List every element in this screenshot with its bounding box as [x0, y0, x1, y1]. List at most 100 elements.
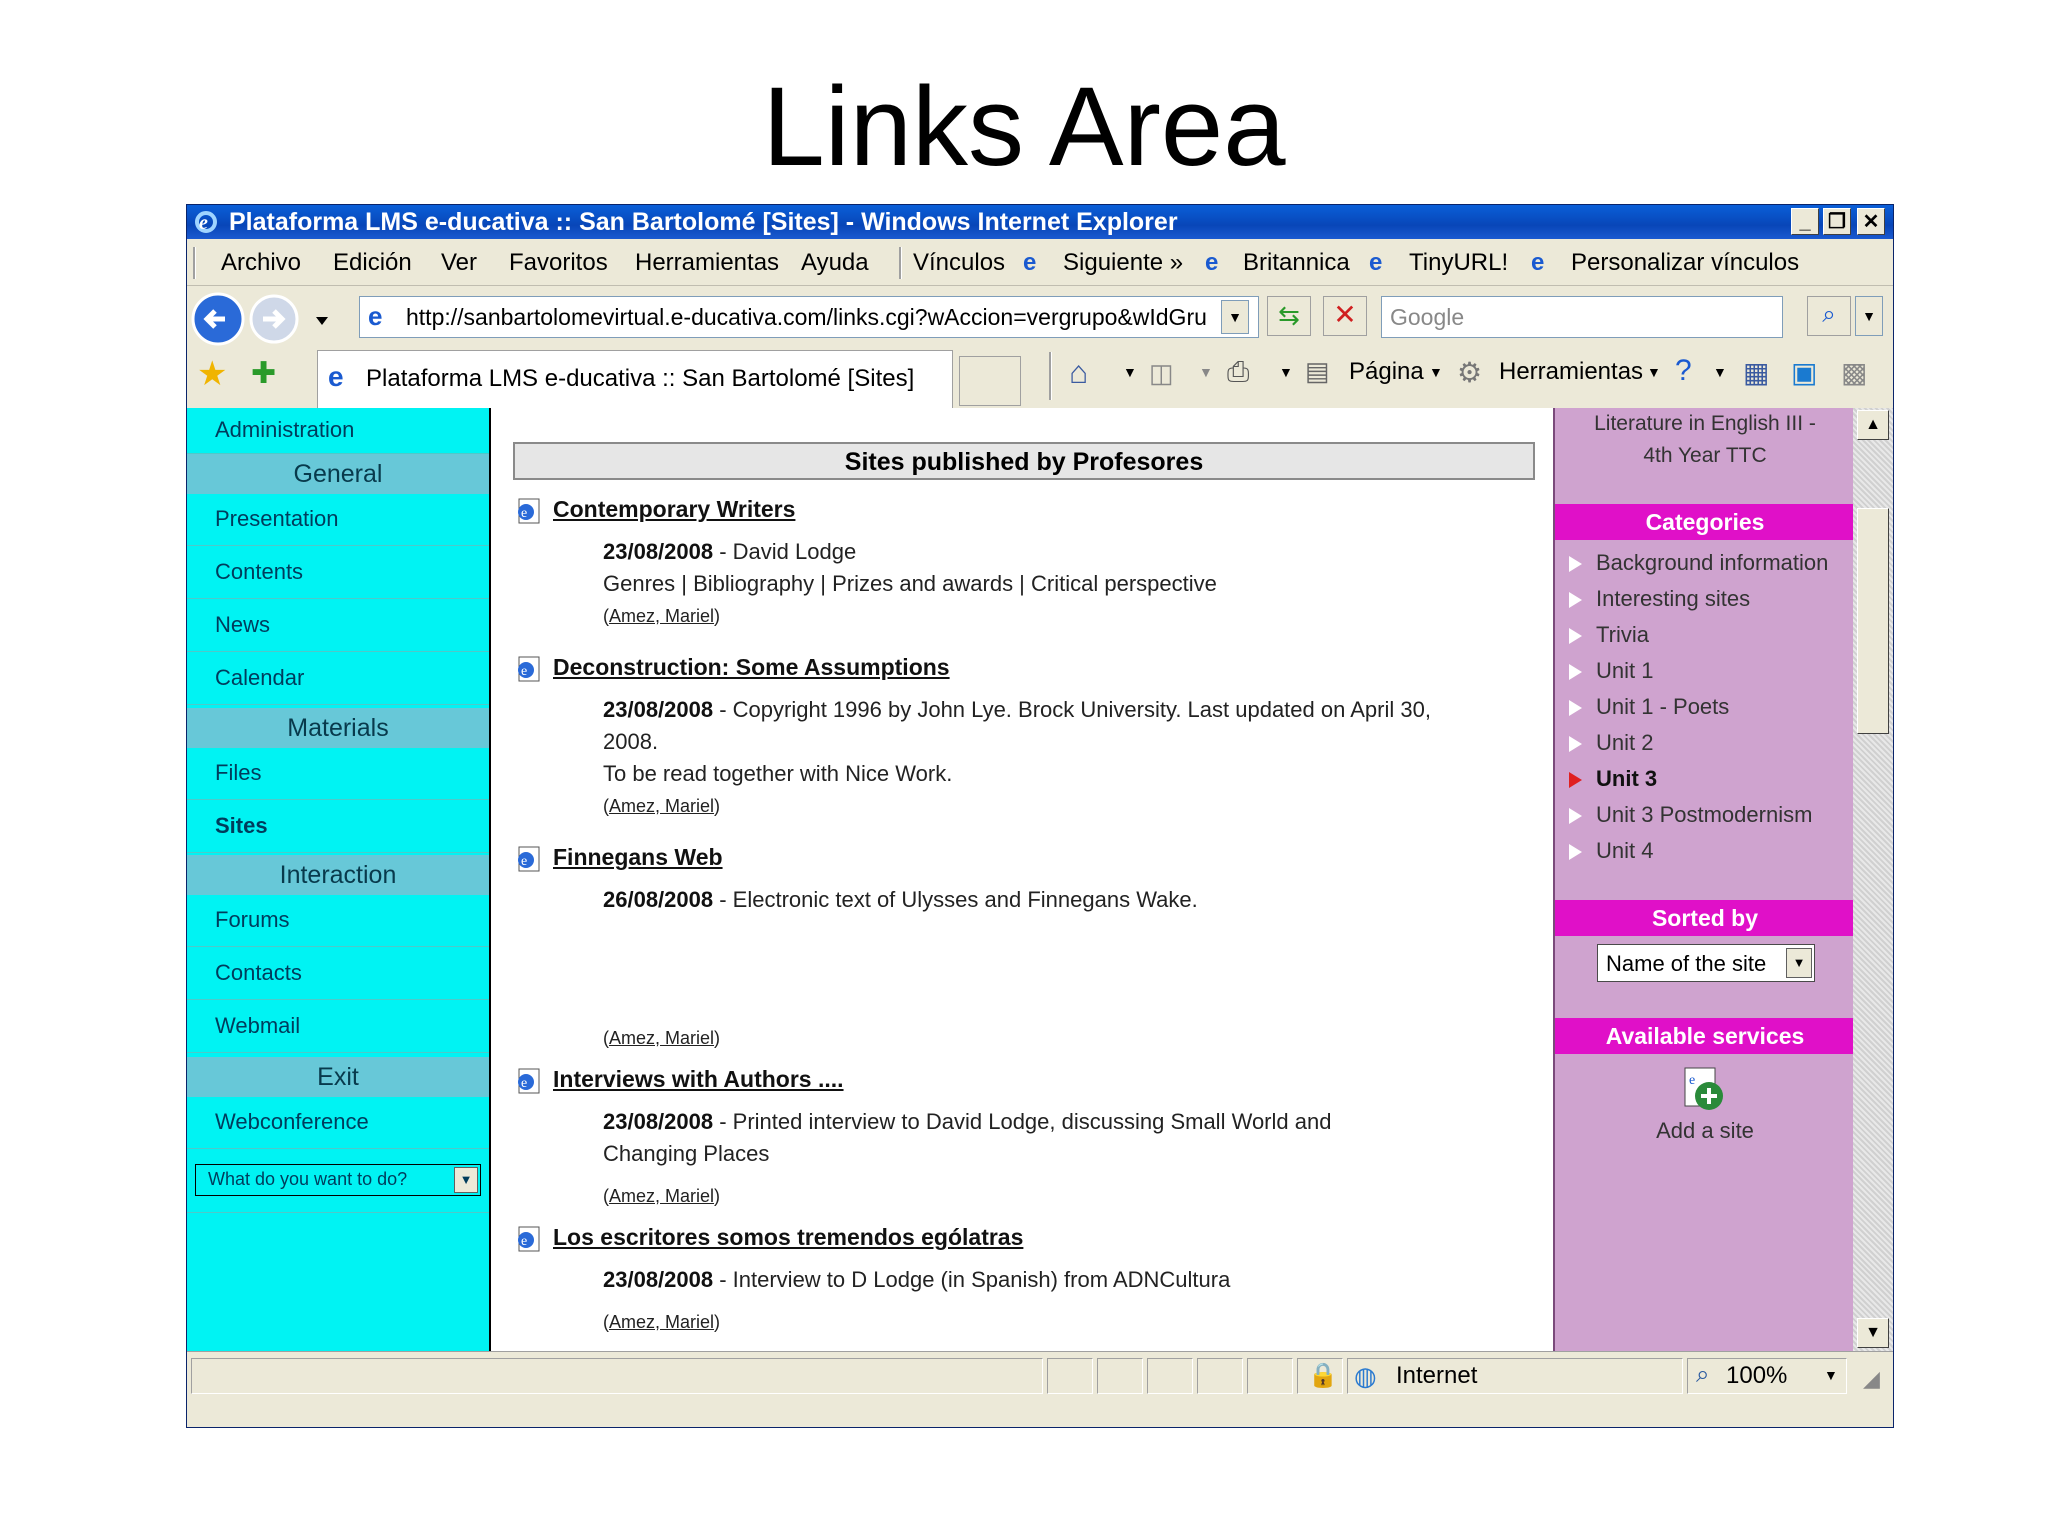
category-item[interactable]: Background information [1569, 550, 1828, 576]
site-title[interactable]: Interviews with Authors .... [553, 1066, 844, 1093]
site-description: 23/08/2008 - David Lodge Genres | Bibliog… [603, 536, 1483, 600]
history-dropdown-icon[interactable] [315, 316, 329, 326]
scroll-down-icon[interactable]: ▼ [1857, 1318, 1889, 1348]
site-author: (Amez, Mariel) [603, 796, 721, 816]
home-icon[interactable]: ⌂ [1069, 354, 1088, 391]
stop-icon[interactable]: ✕ [1323, 296, 1367, 336]
link-siguiente[interactable]: Siguiente » [1063, 249, 1183, 277]
forward-button[interactable] [249, 294, 299, 344]
menu-ver[interactable]: Ver [441, 249, 477, 277]
search-icon[interactable]: ⌕ [1807, 296, 1851, 336]
link-ie-icon: e [1531, 249, 1545, 276]
new-tab-button[interactable] [959, 356, 1021, 406]
search-options-dropdown[interactable]: ▼ [1855, 296, 1883, 336]
nav-administration[interactable]: Administration [187, 408, 489, 454]
restore-button[interactable]: ❐ [1823, 208, 1851, 235]
link-page-icon: e [518, 498, 540, 524]
link-tinyurl[interactable]: TinyURL! [1409, 249, 1508, 277]
nav-news[interactable]: News [187, 600, 489, 652]
help-icon[interactable]: ? [1675, 354, 1692, 388]
category-item[interactable]: Unit 4 [1569, 838, 1653, 864]
page-icon: ▤ [1305, 356, 1330, 386]
back-button[interactable] [191, 292, 245, 346]
site-title[interactable]: Finnegans Web [553, 844, 723, 871]
print-dropdown-icon[interactable]: ▼ [1279, 364, 1293, 380]
ie-logo-icon: e [195, 211, 217, 234]
zoom-level: 100% [1726, 1362, 1788, 1389]
sort-select[interactable]: Name of the site ▼ [1597, 944, 1815, 982]
address-field[interactable]: e http://sanbartolomevirtual.e-ducativa.… [359, 296, 1259, 338]
zone-cell[interactable]: ◍ Internet [1347, 1358, 1683, 1394]
category-item[interactable]: Interesting sites [1569, 586, 1750, 612]
menu-herramientas[interactable]: Herramientas [635, 249, 779, 277]
category-item[interactable]: Unit 1 [1569, 658, 1653, 684]
add-favorites-icon[interactable]: ✚ [251, 356, 276, 391]
resize-grip-icon[interactable]: ◢ [1863, 1366, 1880, 1392]
author-link[interactable]: Amez, Mariel [609, 606, 714, 626]
favorites-star-icon[interactable]: ★ [197, 354, 227, 394]
site-title[interactable]: Los escritores somos tremendos ególatras [553, 1224, 1023, 1251]
close-button[interactable]: ✕ [1857, 208, 1885, 235]
category-item[interactable]: Unit 3 Postmodernism [1569, 802, 1812, 828]
author-link[interactable]: Amez, Mariel [609, 1028, 714, 1048]
search-input[interactable]: Google [1381, 296, 1783, 338]
add-site-link[interactable]: Add a site [1555, 1118, 1855, 1144]
category-item[interactable]: Trivia [1569, 622, 1649, 648]
site-summary: - Interview to D Lodge (in Spanish) from… [713, 1267, 1231, 1292]
status-text-cell [191, 1358, 1043, 1394]
nav-webmail[interactable]: Webmail [187, 1001, 489, 1053]
category-item[interactable]: Unit 1 - Poets [1569, 694, 1729, 720]
print-icon[interactable]: ⎙ [1227, 356, 1249, 389]
link-personalizar[interactable]: Personalizar vínculos [1571, 249, 1799, 277]
link-britannica[interactable]: Britannica [1243, 249, 1350, 277]
action-select[interactable]: What do you want to do? ▼ [195, 1164, 481, 1196]
messenger-icon[interactable]: ▣ [1791, 356, 1817, 389]
zoom-dropdown-icon[interactable]: ▼ [1824, 1367, 1838, 1383]
site-title[interactable]: Contemporary Writers [553, 496, 795, 523]
nav-webconference[interactable]: Webconference [187, 1097, 489, 1149]
address-dropdown[interactable]: ▼ [1221, 300, 1249, 334]
category-item-active[interactable]: Unit 3 [1569, 766, 1657, 792]
author-link[interactable]: Amez, Mariel [609, 1186, 714, 1206]
menu-edicion[interactable]: Edición [333, 249, 412, 277]
triangle-right-icon [1569, 556, 1582, 573]
nav-contacts[interactable]: Contacts [187, 948, 489, 1000]
add-site-icon[interactable]: e [1681, 1066, 1729, 1114]
author-link[interactable]: Amez, Mariel [609, 796, 714, 816]
scroll-thumb[interactable] [1857, 508, 1889, 734]
nav-calendar[interactable]: Calendar [187, 653, 489, 705]
herramientas-menu[interactable]: Herramientas [1499, 358, 1643, 386]
nav-files[interactable]: Files [187, 748, 489, 800]
menu-archivo[interactable]: Archivo [221, 249, 301, 277]
pagina-menu[interactable]: Página [1349, 358, 1424, 386]
refresh-icon[interactable]: ⇆ [1267, 296, 1311, 336]
herramientas-dropdown-icon[interactable]: ▼ [1647, 364, 1661, 380]
help-dropdown-icon[interactable]: ▼ [1713, 364, 1727, 380]
site-date: 23/08/2008 [603, 539, 714, 564]
author-link[interactable]: Amez, Mariel [609, 1312, 714, 1332]
nav-contents[interactable]: Contents [187, 547, 489, 599]
tab-current[interactable]: e Plataforma LMS e-ducativa :: San Barto… [317, 350, 953, 409]
category-item[interactable]: Unit 2 [1569, 730, 1653, 756]
window-titlebar[interactable]: e Plataforma LMS e-ducativa :: San Barto… [187, 205, 1893, 239]
categories-header: Categories [1555, 504, 1855, 540]
toolbar-extra-icon[interactable]: ▩ [1841, 356, 1867, 389]
site-title[interactable]: Deconstruction: Some Assumptions [553, 654, 950, 681]
action-select-value: What do you want to do? [208, 1169, 408, 1189]
scroll-up-icon[interactable]: ▲ [1857, 410, 1889, 440]
nav-sites[interactable]: Sites [187, 801, 489, 853]
triangle-right-icon [1569, 664, 1582, 681]
pagina-dropdown-icon[interactable]: ▼ [1429, 364, 1443, 380]
nav-presentation[interactable]: Presentation [187, 494, 489, 546]
menu-ayuda[interactable]: Ayuda [801, 249, 869, 277]
feeds-dropdown-icon[interactable]: ▼ [1199, 364, 1213, 380]
feeds-icon[interactable]: ◫ [1149, 358, 1174, 389]
home-dropdown-icon[interactable]: ▼ [1123, 364, 1137, 380]
research-icon[interactable]: ▦ [1743, 356, 1769, 389]
menu-favoritos[interactable]: Favoritos [509, 249, 608, 277]
zoom-cell[interactable]: ⌕ 100% ▼ [1687, 1358, 1847, 1394]
tab-ie-icon: e [328, 361, 344, 392]
vertical-scrollbar[interactable]: ▲ ▼ [1853, 408, 1893, 1351]
nav-forums[interactable]: Forums [187, 895, 489, 947]
minimize-button[interactable]: _ [1791, 208, 1819, 235]
